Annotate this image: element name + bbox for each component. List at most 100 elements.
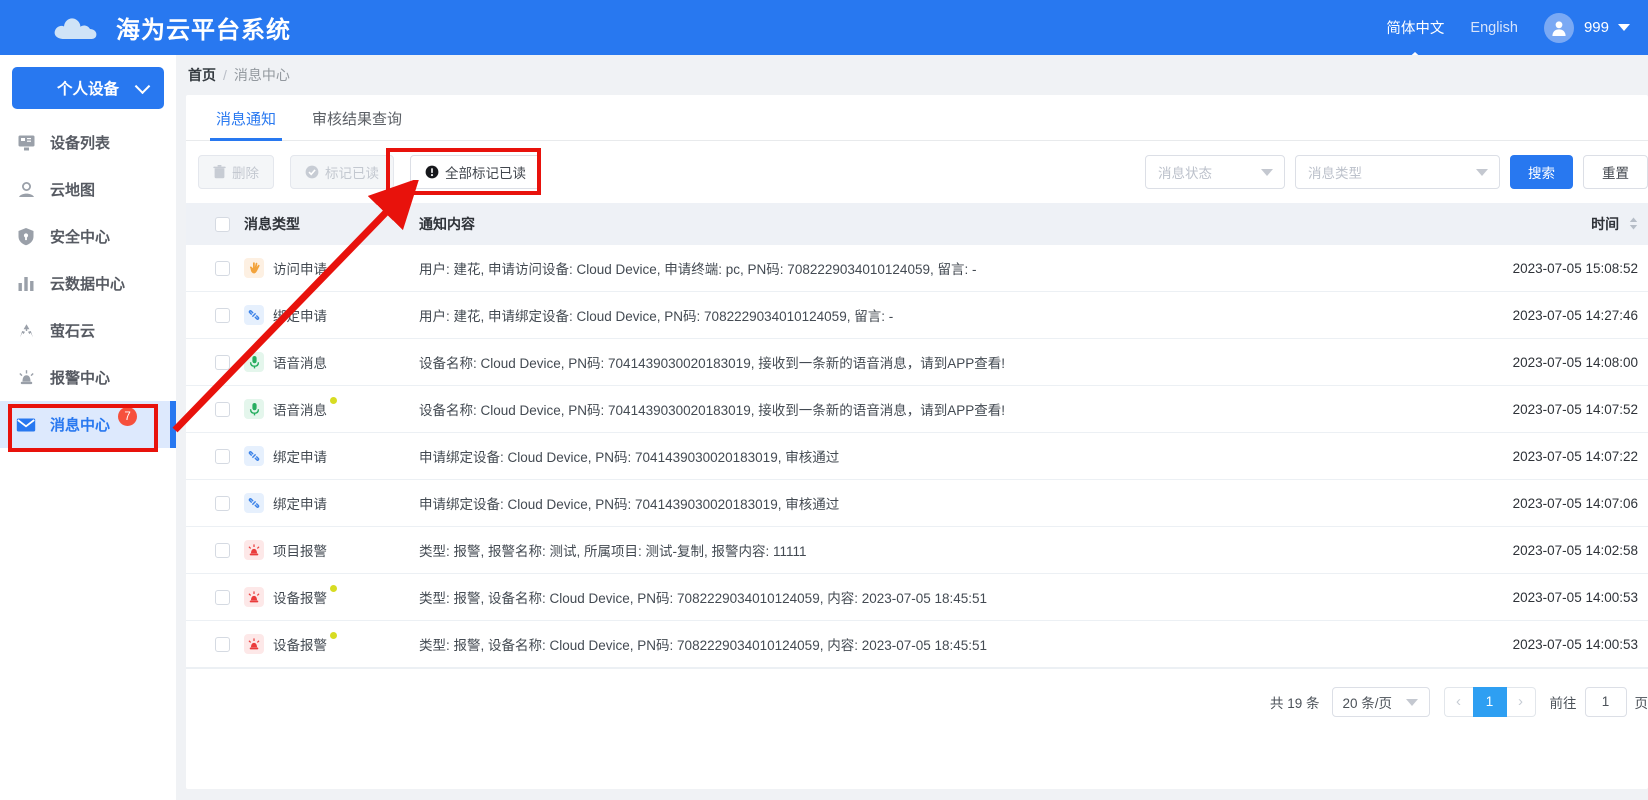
row-time: 2023-07-05 14:27:46 <box>1512 307 1638 323</box>
main-panel: 消息通知 审核结果查询 删除 标记已读 全部标记已读 消息状态 消息类型 搜索 … <box>186 95 1648 789</box>
table-row[interactable]: 访问申请 用户: 建花, 申请访问设备: Cloud Device, 申请终端:… <box>186 245 1648 292</box>
language-switch-zh-label: 简体中文 <box>1386 21 1445 37</box>
column-header-time-label: 时间 <box>1591 216 1620 232</box>
search-button[interactable]: 搜索 <box>1510 155 1573 189</box>
table-row[interactable]: 设备报警 类型: 报警, 设备名称: Cloud Device, PN码: 70… <box>186 574 1648 621</box>
row-checkbox[interactable] <box>214 448 230 464</box>
row-checkbox[interactable] <box>214 354 230 370</box>
search-button-label: 搜索 <box>1528 166 1555 181</box>
message-status-select[interactable]: 消息状态 <box>1145 155 1285 189</box>
table-row[interactable]: 语音消息 设备名称: Cloud Device, PN码: 7041439030… <box>186 386 1648 433</box>
page-number-1[interactable]: 1 <box>1472 686 1507 717</box>
alarm-light-icon <box>244 587 264 607</box>
row-type-label: 语音消息 <box>273 356 327 371</box>
tab-audit-result-query[interactable]: 审核结果查询 <box>294 108 420 140</box>
row-type-label: 绑定申请 <box>273 497 327 512</box>
language-switch-en[interactable]: English <box>1470 0 1518 55</box>
prev-page-button[interactable]: ‹ <box>1443 686 1473 717</box>
recycle-icon <box>12 320 40 342</box>
column-header-time[interactable]: 时间 <box>1462 214 1648 234</box>
cloud-icon <box>52 15 97 41</box>
table-row[interactable]: 语音消息 设备名称: Cloud Device, PN码: 7041439030… <box>186 339 1648 386</box>
column-header-content: 通知内容 <box>419 216 475 232</box>
table-row[interactable]: 绑定申请 申请绑定设备: Cloud Device, PN码: 70414390… <box>186 433 1648 480</box>
row-checkbox[interactable] <box>214 401 230 417</box>
row-time: 2023-07-05 14:07:22 <box>1512 448 1638 464</box>
chevron-down-icon <box>134 78 151 95</box>
row-checkbox[interactable] <box>214 542 230 558</box>
select-all-checkbox[interactable] <box>214 216 230 232</box>
monitor-icon <box>12 132 40 154</box>
row-checkbox[interactable] <box>214 589 230 605</box>
sidebar-item-label: 安全中心 <box>50 229 111 246</box>
device-scope-select[interactable]: 个人设备 <box>12 67 164 109</box>
alarm-light-icon <box>12 367 40 389</box>
sidebar-item-label: 消息中心 <box>50 417 111 434</box>
column-header-type: 消息类型 <box>244 216 300 232</box>
breadcrumb-current: 消息中心 <box>233 67 290 83</box>
tab-message-notification[interactable]: 消息通知 <box>198 108 294 141</box>
sidebar-item-security-center[interactable]: 安全中心 <box>0 213 176 260</box>
table-row[interactable]: 绑定申请 用户: 建花, 申请绑定设备: Cloud Device, PN码: … <box>186 292 1648 339</box>
delete-button[interactable]: 删除 <box>198 155 274 189</box>
chevron-down-icon <box>1476 169 1488 176</box>
link-icon <box>244 305 264 325</box>
sidebar-item-label: 萤石云 <box>50 323 96 340</box>
next-page-button[interactable]: › <box>1506 686 1536 717</box>
message-status-select-placeholder: 消息状态 <box>1158 166 1212 181</box>
sidebar-item-ezviz-cloud[interactable]: 萤石云 <box>0 307 176 354</box>
language-switch-zh[interactable]: 简体中文 <box>1386 0 1445 61</box>
row-time: 2023-07-05 14:00:53 <box>1512 636 1638 652</box>
sidebar-item-message-center[interactable]: 消息中心 7 <box>0 401 176 448</box>
microphone-icon <box>244 399 264 419</box>
row-type-cell: 绑定申请 <box>244 305 419 325</box>
row-checkbox[interactable] <box>214 495 230 511</box>
row-checkbox[interactable] <box>214 307 230 323</box>
chevron-down-icon <box>1261 169 1273 176</box>
mark-read-button[interactable]: 标记已读 <box>290 155 394 189</box>
row-time: 2023-07-05 14:00:53 <box>1512 589 1638 605</box>
mark-all-read-button[interactable]: 全部标记已读 <box>410 155 541 189</box>
sidebar-item-device-list[interactable]: 设备列表 <box>0 119 176 166</box>
trash-icon <box>213 165 226 179</box>
user-avatar-icon[interactable] <box>1543 12 1574 43</box>
chevron-down-icon[interactable] <box>1618 24 1630 31</box>
row-time: 2023-07-05 14:02:58 <box>1512 542 1638 558</box>
table-row[interactable]: 绑定申请 申请绑定设备: Cloud Device, PN码: 70414390… <box>186 480 1648 527</box>
goto-label: 前往 <box>1549 695 1577 711</box>
sidebar-item-badge: 7 <box>118 407 138 426</box>
row-time: 2023-07-05 14:07:06 <box>1512 495 1638 511</box>
pagination: 共 19 条 20 条/页 ‹ 1 › 前往 1 页 <box>186 668 1648 734</box>
exclamation-circle-icon <box>425 165 439 179</box>
message-type-select[interactable]: 消息类型 <box>1295 155 1500 189</box>
link-icon <box>244 493 264 513</box>
sidebar-item-cloud-data-center[interactable]: 云数据中心 <box>0 260 176 307</box>
table-row[interactable]: 设备报警 类型: 报警, 设备名称: Cloud Device, PN码: 70… <box>186 621 1648 668</box>
breadcrumb-home[interactable]: 首页 <box>188 65 216 85</box>
row-type-cell: 项目报警 <box>244 540 419 560</box>
row-checkbox[interactable] <box>214 260 230 276</box>
sort-updown-icon[interactable] <box>1629 217 1638 233</box>
page-size-select[interactable]: 20 条/页 <box>1331 686 1430 717</box>
row-content: 设备名称: Cloud Device, PN码: 704143903002018… <box>419 403 1005 418</box>
row-select-cell <box>186 448 244 464</box>
link-icon <box>244 446 264 466</box>
sidebar-item-label: 设备列表 <box>50 135 111 152</box>
sidebar-nav: 设备列表 云地图 安全中心 云数据中心 萤石云 报警中心 消息中心 7 <box>0 119 176 448</box>
table-row[interactable]: 项目报警 类型: 报警, 报警名称: 测试, 所属项目: 测试-复制, 报警内容… <box>186 527 1648 574</box>
row-time: 2023-07-05 15:08:52 <box>1512 260 1638 276</box>
row-type-label: 设备报警 <box>273 632 337 654</box>
sidebar-item-cloud-map[interactable]: 云地图 <box>0 166 176 213</box>
goto-page-input[interactable]: 1 <box>1584 686 1627 717</box>
tab-label: 消息通知 <box>216 111 277 128</box>
hand-wave-icon <box>244 258 264 278</box>
reset-button[interactable]: 重置 <box>1583 155 1648 189</box>
row-checkbox[interactable] <box>214 636 230 652</box>
sidebar-item-alarm-center[interactable]: 报警中心 <box>0 354 176 401</box>
row-time: 2023-07-05 14:08:00 <box>1512 354 1638 370</box>
row-content: 类型: 报警, 报警名称: 测试, 所属项目: 测试-复制, 报警内容: 111… <box>419 544 807 559</box>
breadcrumb-separator: / <box>223 67 227 83</box>
unread-dot-icon <box>330 585 337 592</box>
unread-dot-icon <box>330 632 337 639</box>
sidebar: 个人设备 设备列表 云地图 安全中心 云数据中心 萤石云 报警中心 消息中心 7 <box>0 55 176 800</box>
